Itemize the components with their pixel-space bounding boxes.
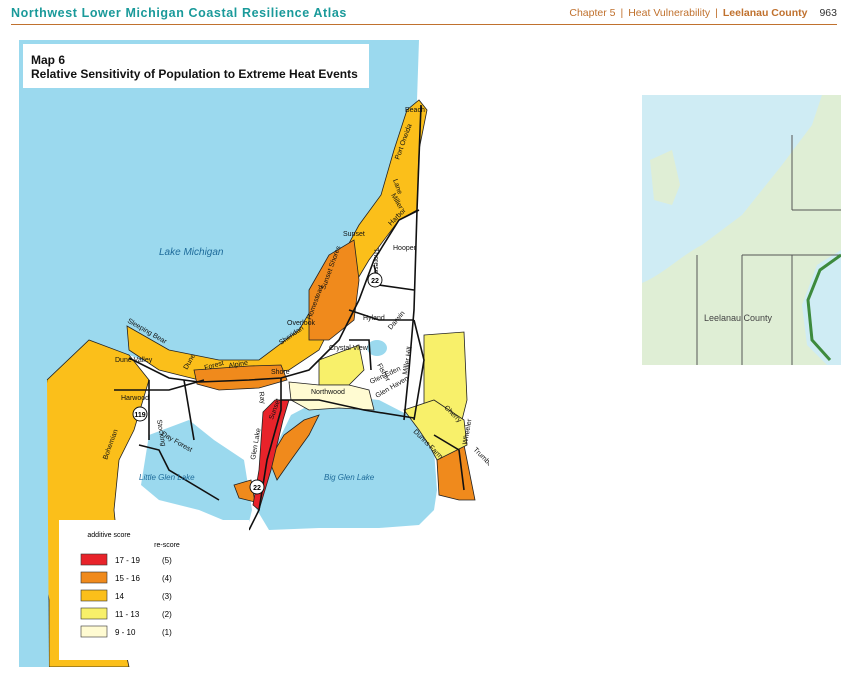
map-legend: additive score re-score 17 - 19 (5) 15 - 1… [59,520,249,660]
breadcrumb-county[interactable]: Leelanau County [723,7,808,19]
legend-range: 11 - 13 [115,610,140,619]
breadcrumb-separator: | [715,7,718,19]
route-marker-119: 119 [132,406,148,422]
heat-sensitivity-map: Lake Michigan Little Glen Lake Big Glen … [19,40,496,668]
road-label: Crystal View [329,345,369,352]
road-label: Hyland [363,315,385,322]
route-marker-22-north: 22 [367,272,383,288]
legend-swatch [80,607,108,620]
page-number: 963 [819,7,837,19]
legend-swatch [80,571,108,584]
road-label: Northwood [311,389,345,396]
west-shore-water [19,330,49,667]
road-label: Sunset [343,231,365,238]
map-title-box [23,44,369,88]
legend-range: 15 - 16 [115,574,140,583]
header-rule [11,24,837,25]
legend-range: 14 [115,592,124,601]
breadcrumb-chapter[interactable]: Chapter 5 [569,7,615,19]
legend-range: 17 - 19 [115,556,140,565]
road-label: Beach [405,107,425,114]
svg-text:119: 119 [134,412,145,419]
road-label: Hooper [393,245,417,252]
breadcrumb-section[interactable]: Heat Vulnerability [628,7,710,19]
little-glen-lake-label: Little Glen Lake [139,473,195,482]
svg-text:22: 22 [371,278,379,285]
inset-svg: Leelanau County [642,95,842,365]
legend-swatch [80,553,108,566]
breadcrumb: Chapter 5 | Heat Vulnerability | Leelanau Co… [569,7,837,19]
legend-score: (5) [162,556,172,565]
legend-score: (2) [162,610,172,619]
legend-col2-header: re-score [154,542,180,549]
road-label: Dune Valley [115,357,153,364]
legend-score: (1) [162,628,172,637]
map-title: Relative Sensitivity of Population to Ex… [31,67,358,81]
svg-text:22: 22 [253,485,261,492]
inset-locator-map: Leelanau County [642,95,842,365]
legend-range: 9 - 10 [115,628,136,637]
big-glen-lake-label: Big Glen Lake [324,473,375,482]
road-label: Shore [271,369,290,376]
inset-county-label: Leelanau County [704,313,773,323]
road-label: Harwood [121,395,149,402]
legend-score: (4) [162,574,172,583]
legend-col1-header: additive score [87,532,130,539]
legend-score: (3) [162,592,172,601]
map-svg: Lake Michigan Little Glen Lake Big Glen … [19,40,496,668]
breadcrumb-separator: | [620,7,624,19]
atlas-title: Northwest Lower Michigan Coastal Resilie… [11,6,347,20]
lake-michigan-label: Lake Michigan [159,247,224,258]
legend-swatch [80,625,108,638]
map-number: Map 6 [31,53,65,67]
legend-swatch [80,589,108,602]
route-marker-22-south: 22 [249,479,265,495]
